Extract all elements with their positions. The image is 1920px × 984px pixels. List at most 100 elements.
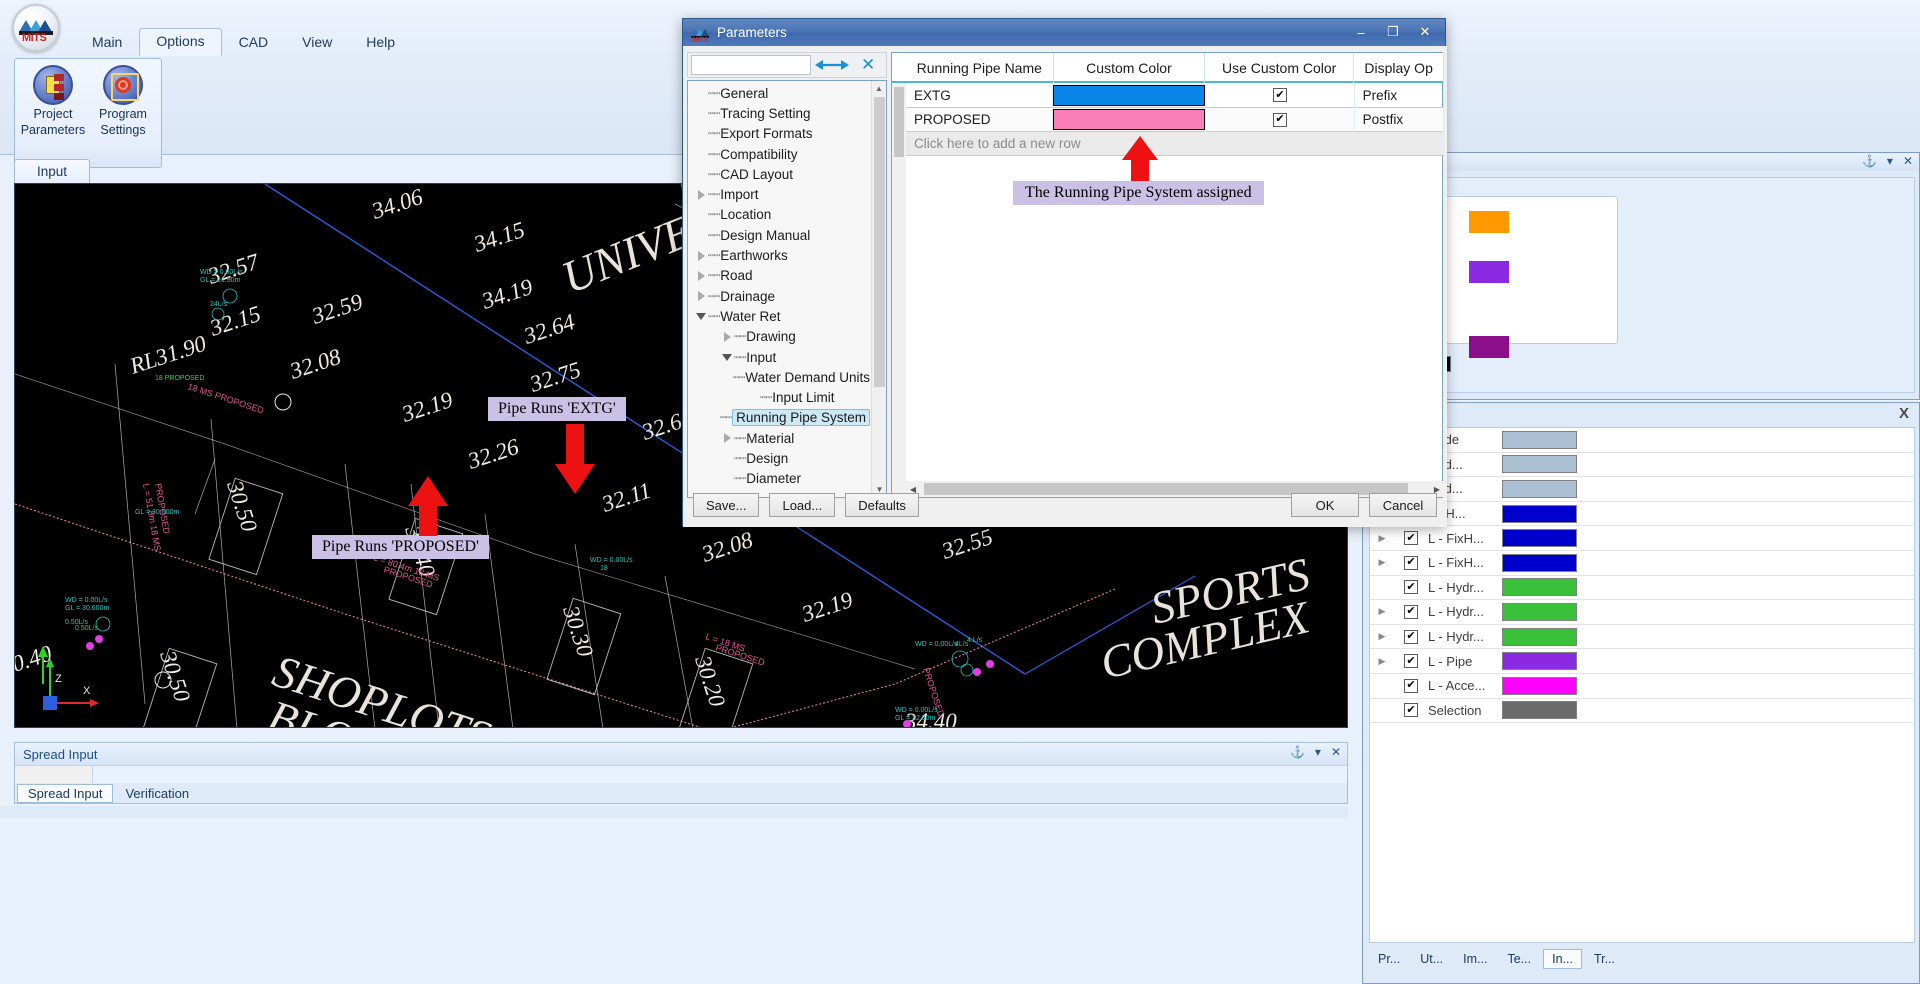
layer-row[interactable]: ▶✔L - Pipe: [1370, 649, 1914, 674]
layer-visibility-checkbox[interactable]: ✔: [1404, 679, 1418, 693]
cell-use-custom-color-checkbox[interactable]: ✔: [1273, 113, 1287, 127]
parameters-dialog-titlebar[interactable]: MiTS Parameters – ❐ ✕: [683, 19, 1445, 46]
layer-visibility-cell[interactable]: ✔: [1394, 679, 1428, 693]
spread-grid-cell[interactable]: [15, 766, 93, 783]
cell-display-option[interactable]: Prefix: [1355, 83, 1444, 108]
legend-swatch[interactable]: [1469, 211, 1509, 233]
layer-row[interactable]: Nod...: [1370, 453, 1914, 478]
cell-custom-color[interactable]: [1053, 83, 1206, 108]
grid-add-new-row[interactable]: Click here to add a new row: [906, 132, 1444, 156]
tree-node-compatibility[interactable]: ┉┉Compatibility: [688, 144, 870, 164]
tree-expand-icon[interactable]: [720, 332, 734, 342]
close-icon[interactable]: ✕: [1331, 745, 1341, 759]
layer-visibility-cell[interactable]: ✔: [1394, 703, 1428, 717]
layer-visibility-checkbox[interactable]: ✔: [1404, 703, 1418, 717]
layer-row[interactable]: ✔Selection: [1370, 699, 1914, 724]
tree-node-general[interactable]: ┉┉General: [688, 83, 870, 103]
layer-visibility-checkbox[interactable]: ✔: [1404, 580, 1418, 594]
close-icon[interactable]: ✕: [1411, 22, 1439, 42]
layer-row[interactable]: ▶✔L - FixH...: [1370, 551, 1914, 576]
layer-color-swatch[interactable]: [1502, 603, 1577, 621]
layer-visibility-checkbox[interactable]: ✔: [1404, 605, 1418, 619]
tree-expand-icon[interactable]: [694, 291, 708, 301]
tree-node-tracing-setting[interactable]: ┉┉Tracing Setting: [688, 103, 870, 123]
grid-vertical-scrollbar[interactable]: [892, 83, 906, 499]
tree-node-design[interactable]: ┉┉Design: [688, 448, 870, 468]
layer-row[interactable]: ▶✔L - Hydr...: [1370, 600, 1914, 625]
grid-column-header-use-custom-color[interactable]: Use Custom Color: [1205, 53, 1354, 83]
layer-color-swatch[interactable]: [1502, 480, 1577, 498]
scroll-up-icon[interactable]: ▲: [872, 81, 886, 96]
right-tab-in[interactable]: In...: [1543, 949, 1582, 969]
cell-use-custom-color-checkbox[interactable]: ✔: [1273, 88, 1287, 102]
cell-custom-color[interactable]: [1053, 108, 1206, 133]
tree-node-water-ret[interactable]: ┉┉Water Ret: [688, 306, 870, 326]
grid-column-header-custom-color[interactable]: Custom Color: [1054, 53, 1205, 83]
tree-node-input[interactable]: ┉┉Input: [688, 347, 870, 367]
scrollbar-thumb[interactable]: [874, 97, 885, 387]
close-icon[interactable]: ✕: [1903, 154, 1913, 168]
save-button[interactable]: Save...: [693, 493, 759, 517]
right-tab-te[interactable]: Te...: [1499, 950, 1539, 968]
layer-visibility-checkbox[interactable]: ✔: [1404, 630, 1418, 644]
right-tab-pr[interactable]: Pr...: [1370, 950, 1408, 968]
layer-row[interactable]: ✔L - Hydr...: [1370, 576, 1914, 601]
ribbon-tab-main[interactable]: Main: [75, 29, 139, 56]
ribbon-tab-view[interactable]: View: [285, 29, 349, 56]
layer-row[interactable]: ▶✔L - Hydr...: [1370, 625, 1914, 650]
layer-visibility-cell[interactable]: ✔: [1394, 654, 1428, 668]
ribbon-tab-options[interactable]: Options: [139, 28, 221, 56]
cancel-button[interactable]: Cancel: [1369, 493, 1437, 517]
spread-tab-spread-input[interactable]: Spread Input: [17, 784, 113, 803]
tree-node-location[interactable]: ┉┉Location: [688, 205, 870, 225]
tree-node-material[interactable]: ┉┉Material: [688, 428, 870, 448]
cell-custom-color-swatch[interactable]: [1053, 109, 1205, 130]
layer-row[interactable]: Nod...: [1370, 477, 1914, 502]
tree-node-input-limit[interactable]: ┉┉Input Limit: [688, 387, 870, 407]
layer-expand-icon[interactable]: ▶: [1370, 557, 1394, 568]
layer-visibility-cell[interactable]: ✔: [1394, 605, 1428, 619]
grid-column-header-display-op[interactable]: Display Op: [1354, 53, 1444, 83]
cell-use-custom-color[interactable]: ✔: [1206, 83, 1354, 108]
scrollbar-thumb[interactable]: [894, 87, 904, 157]
tree-expand-icon[interactable]: [694, 190, 708, 200]
right-tab-ut[interactable]: Ut...: [1412, 950, 1451, 968]
right-tab-im[interactable]: Im...: [1455, 950, 1495, 968]
layer-color-swatch[interactable]: [1502, 529, 1577, 547]
legend-swatch[interactable]: [1469, 336, 1509, 358]
chevron-down-icon[interactable]: ▾: [1315, 745, 1321, 759]
ribbon-tab-help[interactable]: Help: [349, 29, 412, 56]
tree-node-drawing[interactable]: ┉┉Drawing: [688, 327, 870, 347]
defaults-button[interactable]: Defaults: [845, 493, 919, 517]
layer-visibility-checkbox[interactable]: ✔: [1404, 531, 1418, 545]
tree-node-road[interactable]: ┉┉Road: [688, 266, 870, 286]
tab-input[interactable]: Input: [14, 159, 90, 183]
right-tab-tr[interactable]: Tr...: [1586, 950, 1623, 968]
cell-running-pipe-name[interactable]: EXTG: [906, 83, 1053, 108]
chevron-down-icon[interactable]: ▾: [1887, 154, 1893, 168]
tree-expand-icon[interactable]: [694, 251, 708, 261]
layer-visibility-cell[interactable]: ✔: [1394, 531, 1428, 545]
tree-collapse-icon[interactable]: [720, 354, 734, 361]
close-icon[interactable]: X: [1899, 405, 1909, 422]
minimize-icon[interactable]: –: [1347, 22, 1375, 42]
layer-row[interactable]: ▶✔L - FixH...: [1370, 526, 1914, 551]
spread-input-grid[interactable]: [15, 765, 1347, 783]
layer-color-swatch[interactable]: [1502, 554, 1577, 572]
layer-color-swatch[interactable]: [1502, 677, 1577, 695]
layers-list[interactable]: NodeNod...Nod...FixH...▶✔L - FixH...▶✔L …: [1369, 427, 1915, 943]
cell-running-pipe-name[interactable]: PROPOSED: [906, 108, 1053, 133]
grid-column-header-running-pipe-name[interactable]: Running Pipe Name: [906, 53, 1054, 83]
tree-node-import[interactable]: ┉┉Import: [688, 184, 870, 204]
ok-button[interactable]: OK: [1291, 493, 1359, 517]
tree-node-export-formats[interactable]: ┉┉Export Formats: [688, 124, 870, 144]
layer-row[interactable]: FixH...: [1370, 502, 1914, 527]
layer-visibility-checkbox[interactable]: ✔: [1404, 556, 1418, 570]
layer-visibility-cell[interactable]: ✔: [1394, 580, 1428, 594]
layer-expand-icon[interactable]: ▶: [1370, 631, 1394, 642]
project-parameters-button[interactable]: Project Parameters: [19, 65, 87, 137]
grid-row[interactable]: PROPOSED✔Postfix: [906, 108, 1444, 133]
layer-visibility-checkbox[interactable]: ✔: [1404, 654, 1418, 668]
layer-color-swatch[interactable]: [1502, 701, 1577, 719]
layer-visibility-cell[interactable]: ✔: [1394, 630, 1428, 644]
